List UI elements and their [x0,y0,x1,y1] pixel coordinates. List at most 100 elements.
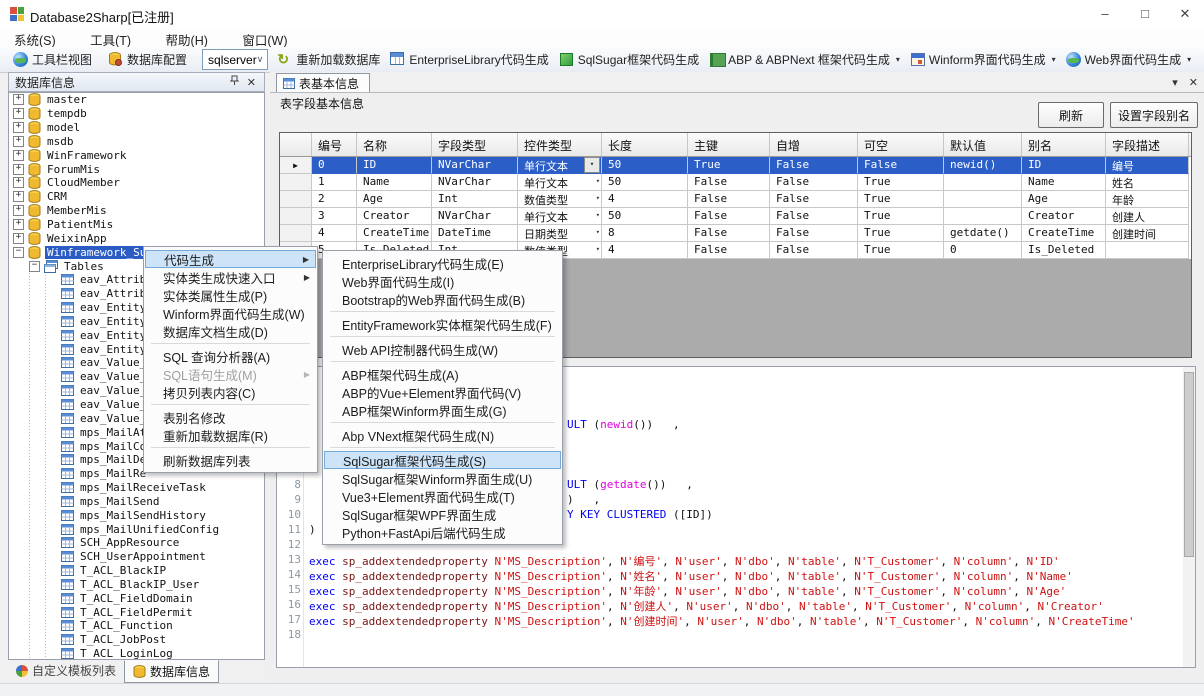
tree-item[interactable]: +CRM [9,190,264,204]
combo-dropdown-icon[interactable]: ▾ [596,228,600,236]
context-menu-item[interactable]: 表别名修改 [145,408,316,426]
tree-item[interactable]: +master [9,93,264,107]
submenu-item[interactable]: Web界面代码生成(I) [324,272,561,290]
grid-header-cell[interactable]: 长度 [602,133,688,156]
grid-cell[interactable]: 50 [602,208,688,225]
grid-cell[interactable]: True [858,191,944,208]
expand-icon[interactable]: + [13,164,24,175]
grid-header-cell[interactable]: 默认值 [944,133,1022,156]
grid-cell[interactable] [1106,242,1189,259]
expand-icon[interactable]: + [13,205,24,216]
grid-cell[interactable]: 单行文本▾ [518,157,602,174]
context-menu-item[interactable]: 实体类属性生成(P) [145,286,316,304]
grid-cell[interactable]: True [688,157,770,174]
submenu-item[interactable]: ABP框架Winform界面生成(G) [324,401,561,419]
row-selector-cell[interactable] [280,225,312,242]
refresh-button[interactable]: 刷新 [1038,102,1104,128]
tree-item[interactable]: +model [9,121,264,135]
tree-item[interactable]: T_ACL_FieldDomain [9,591,264,605]
grid-cell[interactable]: 50 [602,174,688,191]
grid-cell[interactable]: Creator [1022,208,1106,225]
context-menu-item[interactable]: 拷贝列表内容(C) [145,383,316,401]
grid-header-cell[interactable]: 名称 [357,133,432,156]
grid-cell[interactable]: False [688,208,770,225]
grid-cell[interactable]: 3 [312,208,357,225]
grid-cell[interactable]: False [770,191,858,208]
grid-cell[interactable]: 创建人 [1106,208,1189,225]
submenu-item[interactable]: Web API控制器代码生成(W) [324,340,561,358]
maximize-button[interactable]: □ [1126,0,1164,28]
tree-item[interactable]: T_ACL_LoginLog [9,647,264,660]
grid-cell[interactable]: 创建时间 [1106,225,1189,242]
table-row[interactable]: 4CreateTimeDateTime日期类型▾8FalseFalseTrueg… [280,225,1191,242]
grid-cell[interactable]: False [688,174,770,191]
grid-cell[interactable]: False [770,208,858,225]
combo-dropdown-icon[interactable]: ▾ [596,177,600,185]
grid-cell[interactable]: getdate() [944,225,1022,242]
tab-custom-templates[interactable]: 自定义模板列表 [8,660,124,681]
grid-cell[interactable]: Name [357,174,432,191]
submenu-item[interactable]: Vue3+Element界面代码生成(T) [324,487,561,505]
table-row[interactable]: 2AgeInt数值类型▾4FalseFalseTrueAge年龄 [280,191,1191,208]
tree-item[interactable]: SCH_UserAppointment [9,550,264,564]
grid-header-cell[interactable]: 字段描述 [1106,133,1189,156]
grid-header-cell[interactable]: 编号 [312,133,357,156]
row-selector-cell[interactable]: ▶ [280,157,312,174]
tab-list-dropdown-icon[interactable]: ▾ [1172,77,1178,89]
grid-header-cell[interactable]: 控件类型 [518,133,602,156]
tree-item[interactable]: +ForumMis [9,162,264,176]
close-button[interactable]: ✕ [1166,0,1204,28]
grid-cell[interactable]: 单行文本▾ [518,208,602,225]
grid-cell[interactable]: NVarChar [432,208,518,225]
context-menu-item[interactable]: 代码生成▶ [145,250,316,268]
tree-item[interactable]: +PatientMis [9,218,264,232]
grid-cell[interactable] [944,191,1022,208]
grid-header-cell[interactable]: 主键 [688,133,770,156]
reload-db-button[interactable]: ↻ 重新加载数据库 [272,49,385,70]
sqlsugar-gen-button[interactable]: SqlSugar框架代码生成 [554,49,704,70]
expand-icon[interactable]: + [13,122,24,133]
grid-cell[interactable]: ID [1022,157,1106,174]
grid-cell[interactable]: 50 [602,157,688,174]
database-type-combobox[interactable]: sqlserver ∨ [202,49,268,70]
submenu-item[interactable]: ABP框架代码生成(A) [324,365,561,383]
grid-cell[interactable] [944,208,1022,225]
submenu-item[interactable]: SqlSugar框架代码生成(S) [324,451,561,469]
scrollbar-thumb[interactable] [1184,372,1194,557]
submenu-item[interactable]: EntityFramework实体框架代码生成(F) [324,315,561,333]
grid-cell[interactable]: False [858,157,944,174]
row-selector-cell[interactable] [280,208,312,225]
grid-cell[interactable]: 日期类型▾ [518,225,602,242]
table-row[interactable]: ▶0IDNVarChar单行文本▾50TrueFalseFalsenewid()… [280,157,1191,174]
enterpriselibrary-gen-button[interactable]: EnterpriseLibrary代码生成 [385,49,553,70]
expand-icon[interactable]: + [13,233,24,244]
grid-cell[interactable]: False [688,242,770,259]
grid-cell[interactable]: Int [432,191,518,208]
grid-cell[interactable]: 1 [312,174,357,191]
grid-cell[interactable]: True [858,225,944,242]
grid-cell[interactable]: Creator [357,208,432,225]
submenu-item[interactable]: Python+FastApi后端代码生成 [324,523,561,541]
tree-item[interactable]: T_ACL_BlackIP [9,564,264,578]
context-menu-item[interactable]: Winform界面代码生成(W) [145,304,316,322]
tree-item[interactable]: mps_MailSendHistory [9,508,264,522]
tree-item[interactable]: mps_MailReceiveTask [9,481,264,495]
table-row[interactable]: 3CreatorNVarChar单行文本▾50FalseFalseTrueCre… [280,208,1191,225]
dropdown-arrow-icon[interactable]: ▾ [1187,55,1191,64]
tree-item[interactable]: +msdb [9,135,264,149]
submenu-item[interactable]: ABP的Vue+Element界面代码(V) [324,383,561,401]
combo-dropdown-icon[interactable]: ▾ [596,194,600,202]
grid-cell[interactable]: 年龄 [1106,191,1189,208]
grid-cell[interactable]: True [858,174,944,191]
tab-close-icon[interactable]: ✕ [1189,77,1198,89]
db-config-button[interactable]: 数据库配置 [103,49,192,70]
grid-cell[interactable]: False [770,157,858,174]
tab-database-info[interactable]: 数据库信息 [124,660,219,683]
grid-cell[interactable]: CreateTime [357,225,432,242]
row-selector-cell[interactable] [280,174,312,191]
combo-dropdown-icon[interactable]: ▾ [596,245,600,253]
row-selector-cell[interactable] [280,191,312,208]
grid-cell[interactable]: 2 [312,191,357,208]
grid-cell[interactable]: NVarChar [432,157,518,174]
toolbar-view-button[interactable]: 工具栏视图 [8,49,97,70]
